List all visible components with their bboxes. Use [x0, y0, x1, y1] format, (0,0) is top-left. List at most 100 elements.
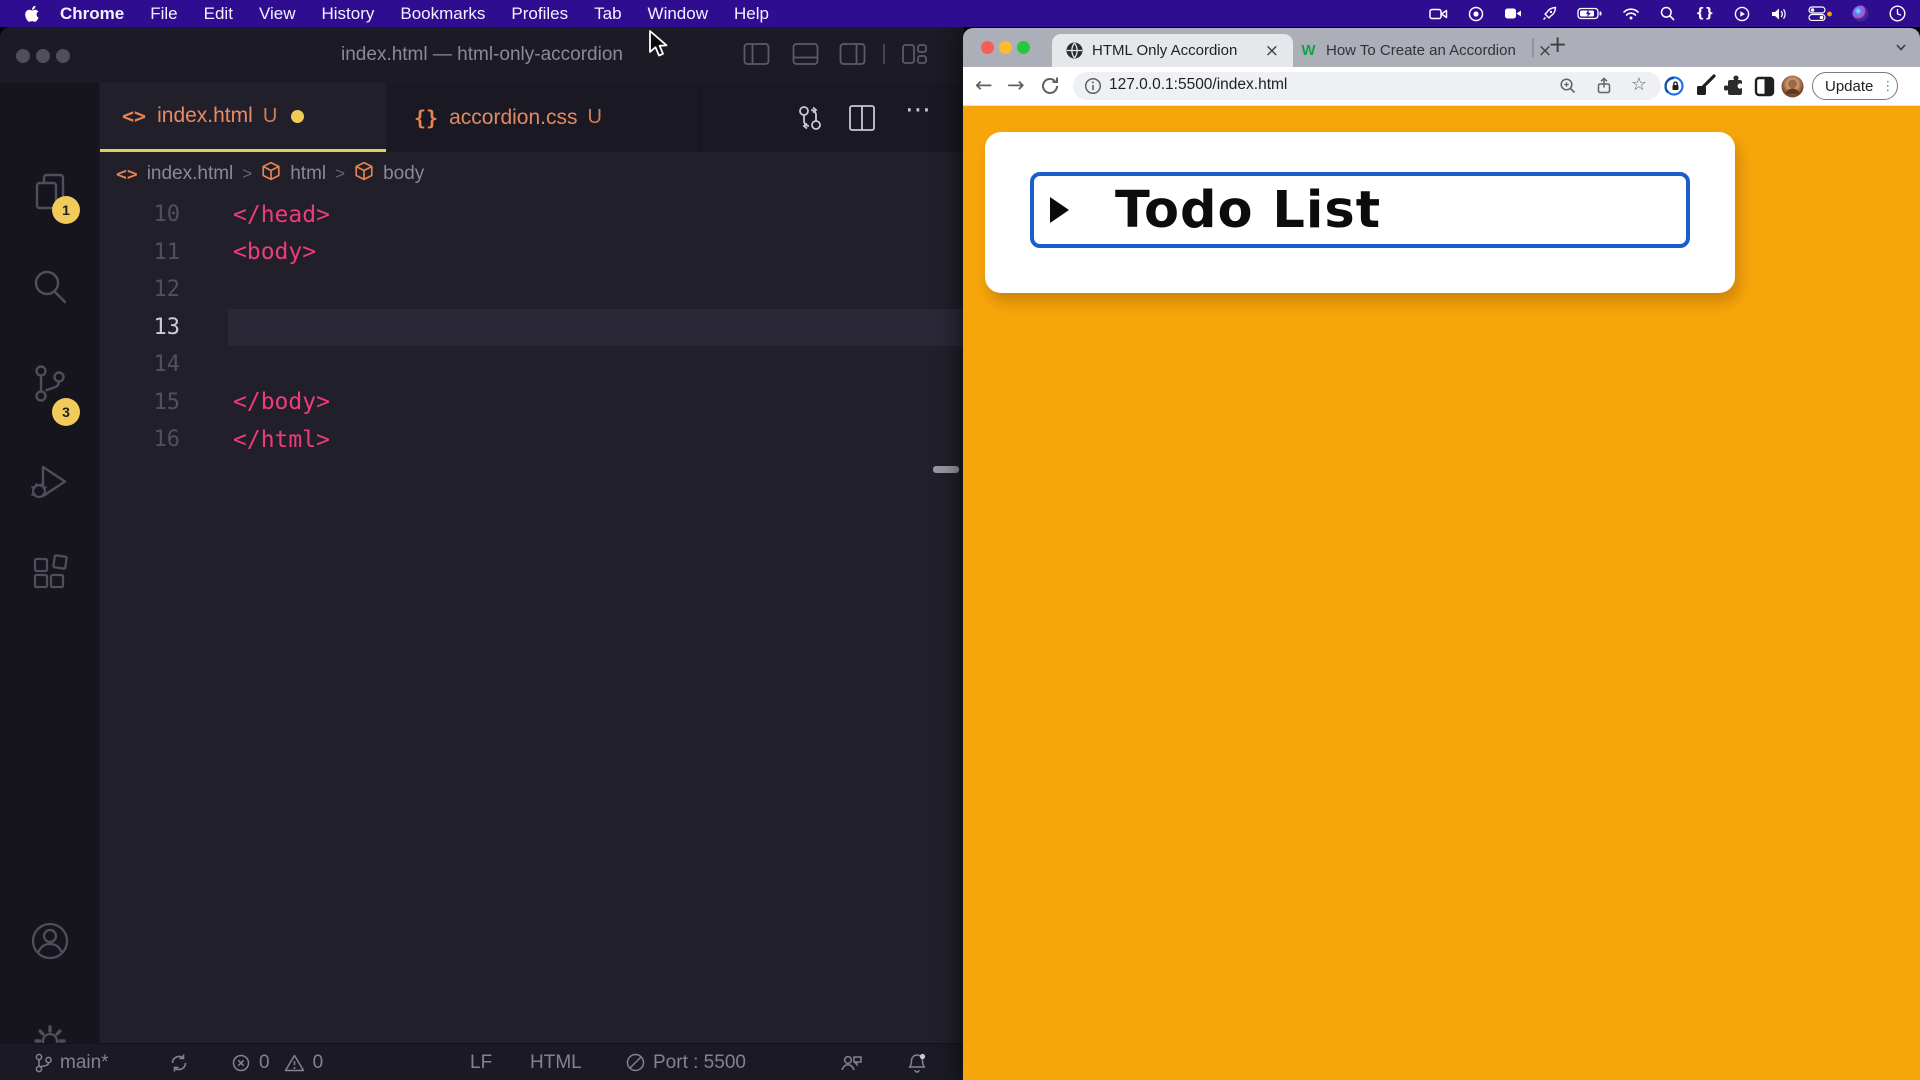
- accordion-card: Todo List: [985, 132, 1735, 293]
- vscode-title-bar: index.html — html-only-accordion: [0, 27, 964, 83]
- sidebar-item-extensions[interactable]: [0, 549, 100, 597]
- split-editor-icon[interactable]: [848, 104, 876, 137]
- menu-bookmarks[interactable]: Bookmarks: [387, 4, 498, 24]
- warnings-icon: [283, 1052, 306, 1074]
- control-center-icon[interactable]: [1808, 6, 1832, 21]
- extensions-puzzle-icon[interactable]: [1724, 75, 1746, 102]
- search-tabs-chevron-icon[interactable]: [1894, 40, 1908, 59]
- sidebar-item-explorer[interactable]: 1: [0, 168, 100, 216]
- menu-edit[interactable]: Edit: [191, 4, 246, 24]
- new-tab-button[interactable]: +: [1548, 32, 1567, 58]
- problems-indicator[interactable]: 0 0: [230, 1044, 323, 1080]
- chrome-close-button[interactable]: [981, 41, 994, 54]
- customize-layout-icon[interactable]: [901, 42, 929, 71]
- url-text[interactable]: 127.0.0.1:5500/index.html: [1109, 76, 1287, 94]
- siri-icon[interactable]: [1852, 5, 1869, 22]
- modified-dot-icon[interactable]: [291, 110, 304, 123]
- address-bar[interactable]: 127.0.0.1:5500/index.html ☆: [1073, 72, 1661, 100]
- share-icon[interactable]: [1595, 77, 1613, 100]
- language-mode[interactable]: HTML: [530, 1044, 582, 1080]
- code-editor[interactable]: 10</head> 11<body> 12 13 14 15</body> 16…: [100, 196, 964, 459]
- chrome-update-button[interactable]: Update ⋮: [1812, 72, 1898, 100]
- play-circle-icon[interactable]: [1734, 6, 1750, 22]
- toggle-secondary-sidebar-icon[interactable]: [839, 42, 866, 71]
- account-icon[interactable]: [0, 917, 100, 965]
- menu-help[interactable]: Help: [721, 4, 782, 24]
- bookmark-star-icon[interactable]: ☆: [1631, 74, 1647, 95]
- accordion-summary[interactable]: Todo List: [1030, 172, 1690, 248]
- tab-index-html[interactable]: <> index.html U: [100, 83, 386, 152]
- close-tab-icon[interactable]: ×: [1265, 41, 1279, 61]
- menu-file[interactable]: File: [137, 4, 190, 24]
- site-info-icon[interactable]: [1084, 77, 1102, 100]
- colorpicker-extension-icon[interactable]: [1694, 74, 1718, 103]
- breadcrumb-file[interactable]: index.html: [147, 163, 234, 185]
- clock-icon[interactable]: [1889, 5, 1906, 22]
- sidebar-item-run-debug[interactable]: [0, 459, 100, 507]
- screen-record-icon[interactable]: [1429, 7, 1448, 21]
- sidebar-item-source-control[interactable]: 3: [0, 360, 100, 408]
- menu-history[interactable]: History: [308, 4, 387, 24]
- menu-chrome[interactable]: Chrome: [47, 4, 137, 24]
- zoom-page-icon[interactable]: [1559, 77, 1577, 100]
- profile-avatar[interactable]: [1781, 75, 1804, 103]
- code-line: 15</body>: [100, 384, 964, 422]
- live-share-icon[interactable]: [838, 1044, 864, 1080]
- warning-count: 0: [313, 1052, 324, 1074]
- live-server-port[interactable]: Port : 5500: [625, 1044, 746, 1080]
- more-actions-icon[interactable]: ⋯: [905, 95, 931, 125]
- code-line: 11<body>: [100, 234, 964, 272]
- braces-menu-icon[interactable]: {}: [1695, 6, 1714, 21]
- errors-icon: [230, 1052, 252, 1074]
- breadcrumb: <> index.html > html > body: [100, 152, 964, 196]
- tab-how-to-create-accordion[interactable]: W How To Create an Accordion ×: [1300, 34, 1552, 67]
- tab-html-only-accordion[interactable]: HTML Only Accordion ×: [1052, 34, 1293, 67]
- browser-viewport: Todo List: [963, 106, 1920, 1080]
- tab-accordion-css[interactable]: {} accordion.css U: [386, 83, 700, 152]
- menu-window[interactable]: Window: [635, 4, 721, 24]
- vscode-window: index.html — html-only-accordion <> inde…: [0, 27, 964, 1080]
- forward-button[interactable]: →: [1007, 73, 1025, 97]
- code-line: 12: [100, 271, 964, 309]
- spotlight-search-icon[interactable]: [1660, 6, 1675, 21]
- reload-button[interactable]: [1039, 75, 1061, 102]
- symbol-cube-icon: [261, 161, 281, 187]
- notifications-bell-icon[interactable]: [905, 1044, 929, 1080]
- mouse-cursor: [648, 30, 672, 65]
- globe-favicon: [1066, 42, 1083, 59]
- branch-indicator[interactable]: main*: [34, 1044, 109, 1080]
- menu-view[interactable]: View: [246, 4, 309, 24]
- chrome-toolbar: ← → 127.0.0.1:5500/index.html ☆: [963, 67, 1920, 106]
- toggle-sidebar-icon[interactable]: [743, 42, 770, 71]
- eol-indicator[interactable]: LF: [470, 1044, 492, 1080]
- darkmode-extension-icon[interactable]: [1754, 76, 1775, 102]
- editor-scrollbar[interactable]: [933, 466, 959, 473]
- css-file-icon: {}: [414, 106, 438, 130]
- tab-label: index.html: [157, 104, 253, 128]
- sync-changes-button[interactable]: [168, 1044, 190, 1080]
- chrome-zoom-button[interactable]: [1017, 41, 1030, 54]
- record-button-icon[interactable]: [1468, 6, 1484, 22]
- current-line-highlight: [228, 309, 964, 347]
- back-button[interactable]: ←: [975, 73, 993, 97]
- chrome-minimize-button[interactable]: [999, 41, 1012, 54]
- rocket-icon[interactable]: [1542, 6, 1557, 21]
- breadcrumb-html[interactable]: html: [290, 163, 326, 185]
- battery-icon[interactable]: [1577, 7, 1602, 20]
- titlebar-divider: [883, 44, 886, 69]
- code-line: 10</head>: [100, 196, 964, 234]
- tab-label: accordion.css: [449, 106, 577, 130]
- menu-tab[interactable]: Tab: [581, 4, 634, 24]
- wifi-icon[interactable]: [1622, 7, 1640, 20]
- video-camera-icon[interactable]: [1504, 7, 1522, 20]
- activity-bar: 1 3 1: [0, 83, 100, 1043]
- menu-profiles[interactable]: Profiles: [498, 4, 581, 24]
- volume-icon[interactable]: [1770, 7, 1788, 21]
- open-changes-icon[interactable]: [795, 103, 825, 138]
- explorer-badge: 1: [52, 196, 80, 224]
- toggle-panel-icon[interactable]: [792, 42, 819, 71]
- breadcrumb-body[interactable]: body: [383, 163, 424, 185]
- sidebar-item-search[interactable]: [0, 263, 100, 311]
- apple-menu-icon[interactable]: [16, 5, 47, 23]
- privacy-extension-icon[interactable]: [1663, 75, 1685, 102]
